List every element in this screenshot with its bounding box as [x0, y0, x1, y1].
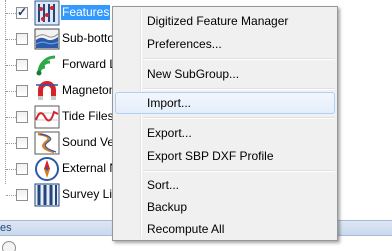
menu-item-export-sbp-dxf-profile[interactable]: Export SBP DXF Profile — [115, 145, 335, 167]
menu-separator — [143, 170, 335, 172]
menu-item-label: Import... — [147, 96, 192, 110]
menu-item-import[interactable]: Import... — [115, 92, 335, 114]
tree-item-label: Forward L — [62, 57, 117, 71]
tree-branch-line — [6, 39, 16, 40]
menu-item-preferences[interactable]: Preferences... — [115, 33, 335, 55]
menu-item-label: Preferences... — [147, 37, 222, 51]
tree-item-label: Magnetom — [62, 83, 119, 97]
forward-looking-sonar-icon — [34, 52, 60, 78]
tree-item-label: Sub-botto — [62, 31, 115, 45]
tree-item-label: Features — [61, 5, 111, 20]
sub-bottom-profile-icon — [34, 26, 60, 52]
tree-branch-line — [6, 143, 16, 144]
tree-branch-line — [6, 195, 16, 196]
sound-velocity-checkbox[interactable] — [16, 137, 28, 149]
menu-item-new-subgroup[interactable]: New SubGroup... — [115, 63, 335, 85]
tree-branch-line — [6, 91, 16, 92]
survey-lines-icon — [34, 182, 60, 208]
tide-files-icon — [34, 104, 60, 130]
tree-item-magnetometer[interactable]: Magnetom — [0, 78, 130, 104]
features-checkbox[interactable]: ✓ — [16, 5, 28, 19]
menu-item-label: Export SBP DXF Profile — [147, 149, 274, 163]
menu-item-sort[interactable]: Sort... — [115, 174, 335, 196]
features-grid-icon — [34, 0, 60, 26]
menu-item-label: Digitized Feature Manager — [147, 14, 289, 28]
tree-item-label: Tide Files — [62, 109, 114, 123]
menu-separator — [143, 58, 335, 60]
menu-item-digitized-feature-manager[interactable]: Digitized Feature Manager — [115, 10, 335, 32]
magnetometer-checkbox[interactable] — [16, 85, 28, 97]
tree-item-label: Survey Lin — [62, 187, 119, 201]
tide-files-checkbox[interactable] — [16, 111, 28, 123]
sound-velocity-icon — [34, 130, 60, 156]
tree-item-tide-files[interactable]: Tide Files — [0, 104, 130, 130]
survey-lines-checkbox[interactable] — [16, 189, 28, 201]
external-navigation-icon — [34, 156, 60, 182]
context-menu: Digitized Feature Manager Preferences...… — [112, 6, 338, 241]
menu-item-export[interactable]: Export... — [115, 122, 335, 144]
menu-item-recompute-all[interactable]: Recompute All — [115, 218, 335, 240]
tree-item-forward-looking[interactable]: Forward L — [0, 52, 130, 78]
bottom-tab-label: es — [0, 222, 12, 234]
menu-item-label: Sort... — [147, 178, 180, 192]
menu-item-label: New SubGroup... — [147, 67, 240, 81]
tree-item-features[interactable]: ✓ Features — [0, 0, 130, 26]
tree-item-survey-lines[interactable]: Survey Lin — [0, 182, 130, 208]
bottom-radio-button[interactable] — [2, 241, 16, 251]
menu-item-label: Export... — [147, 126, 192, 140]
external-navigation-checkbox[interactable] — [16, 163, 28, 175]
menu-separator — [143, 117, 335, 119]
menu-item-label: Recompute All — [147, 222, 225, 236]
tree-item-sub-bottom[interactable]: Sub-botto — [0, 26, 130, 52]
menu-item-label: Backup — [147, 200, 188, 214]
tree-branch-line — [6, 117, 16, 118]
menu-separator — [143, 88, 335, 90]
forward-looking-checkbox[interactable] — [16, 59, 28, 71]
tree-branch-line — [6, 13, 16, 14]
tree-item-label: External N — [62, 161, 119, 175]
application-window: ✓ Features Sub-botto Forward L Magnetom … — [0, 0, 392, 251]
checkmark-icon: ✓ — [17, 5, 28, 19]
sub-bottom-checkbox[interactable] — [16, 33, 28, 45]
tree-branch-line — [6, 169, 16, 170]
magnetometer-icon — [34, 78, 60, 104]
tree-item-sound-velocity[interactable]: Sound Velo — [0, 130, 130, 156]
menu-item-backup[interactable]: Backup — [115, 196, 335, 218]
tree-branch-line — [6, 65, 16, 66]
tree-item-external-navigation[interactable]: External N — [0, 156, 130, 182]
